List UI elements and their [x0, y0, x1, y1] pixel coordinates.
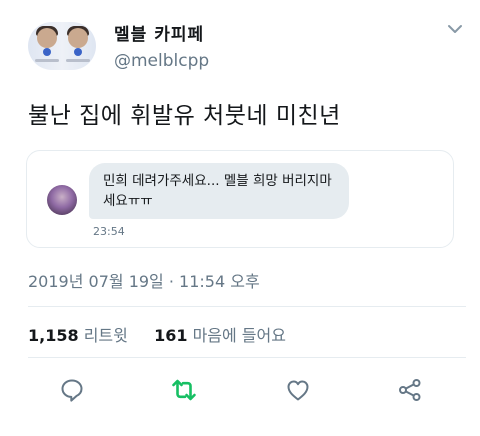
- like-button[interactable]: [284, 376, 312, 404]
- dm-sender-avatar: [47, 185, 77, 215]
- avatar-badge-right: [74, 48, 82, 56]
- like-label[interactable]: 마음에 들어요: [193, 326, 286, 345]
- avatar-face-left: [37, 28, 57, 48]
- avatar-caption-right: [66, 59, 90, 62]
- retweet-button[interactable]: [170, 376, 198, 404]
- avatar-caption-left: [35, 59, 59, 62]
- tweet-header: 멜블 카피페 @melblcpp: [28, 20, 468, 76]
- dm-message-time: 23:54: [93, 225, 125, 238]
- share-button[interactable]: [396, 376, 424, 404]
- user-handle[interactable]: @melblcpp: [114, 51, 209, 71]
- retweet-count[interactable]: 1,158: [28, 326, 79, 345]
- tweet-actions: [0, 376, 480, 410]
- divider: [28, 357, 466, 358]
- retweet-label[interactable]: 리트윗: [84, 326, 128, 345]
- dm-message-text: 민희 데려가주세요... 멜블 희망 버리지마 세요ㅠㅠ: [103, 173, 332, 209]
- quoted-dm-card[interactable]: 민희 데려가주세요... 멜블 희망 버리지마 세요ㅠㅠ 23:54: [26, 150, 454, 248]
- profile-avatar[interactable]: [28, 22, 96, 70]
- like-count[interactable]: 161: [154, 326, 187, 345]
- tweet-text: 불난 집에 휘발유 처붓네 미친년: [28, 103, 341, 129]
- tweet-timestamp[interactable]: 2019년 07월 19일 · 11:54 오후: [28, 268, 260, 292]
- divider: [28, 306, 466, 307]
- avatar-face-right: [68, 28, 88, 48]
- reply-icon: [61, 379, 83, 402]
- reply-button[interactable]: [58, 376, 86, 404]
- author-names[interactable]: 멜블 카피페 @melblcpp: [114, 20, 209, 71]
- display-name[interactable]: 멜블 카피페: [114, 20, 209, 45]
- engagement-stats: 1,158 리트윗 161 마음에 들어요: [28, 322, 286, 346]
- dm-message-bubble: 민희 데려가주세요... 멜블 희망 버리지마 세요ㅠㅠ: [89, 163, 349, 219]
- chevron-down-icon[interactable]: [446, 22, 464, 36]
- heart-icon: [287, 380, 309, 401]
- avatar-badge-left: [43, 48, 51, 56]
- retweet-icon: [172, 379, 196, 401]
- share-icon: [399, 379, 421, 401]
